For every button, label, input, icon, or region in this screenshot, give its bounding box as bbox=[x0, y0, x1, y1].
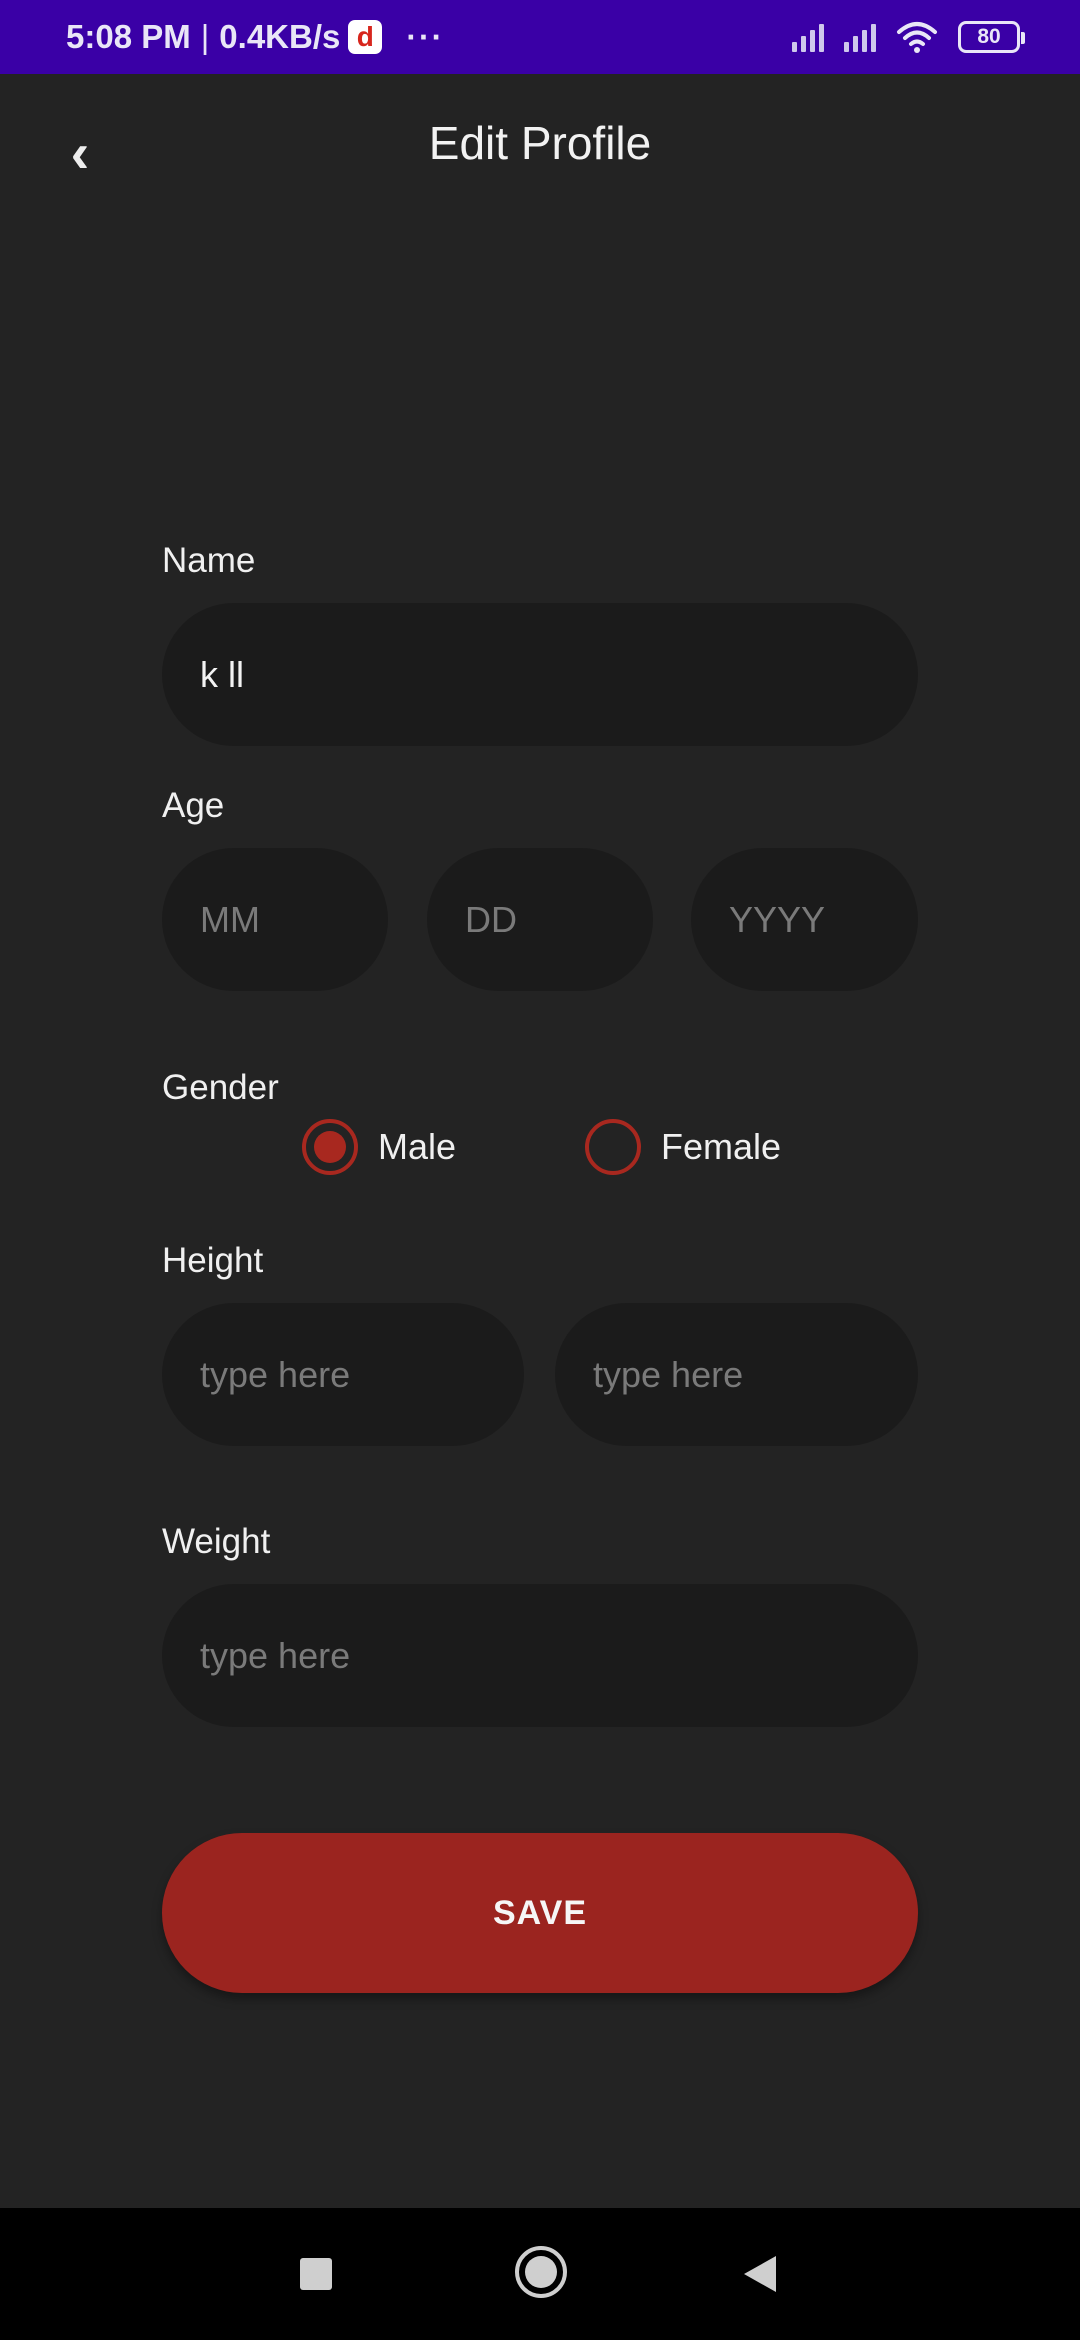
gender-male-radio[interactable]: Male bbox=[302, 1119, 456, 1175]
radio-unselected-icon[interactable] bbox=[585, 1119, 641, 1175]
weight-input[interactable] bbox=[198, 1633, 918, 1678]
age-day-input[interactable] bbox=[463, 897, 653, 942]
nav-back-icon[interactable] bbox=[744, 2256, 776, 2292]
gender-label: Gender bbox=[162, 1068, 279, 1107]
gender-female-label: Female bbox=[661, 1126, 782, 1167]
home-inner-icon bbox=[525, 2256, 557, 2288]
system-nav-bar bbox=[0, 2208, 1080, 2340]
app-notification-icon: d bbox=[348, 20, 383, 54]
name-input[interactable] bbox=[198, 652, 918, 697]
status-bar: 5:08 PM | 0.4KB/s d ··· 80 bbox=[0, 0, 1080, 74]
more-notifications-icon: ··· bbox=[406, 18, 445, 55]
age-month-field[interactable] bbox=[162, 848, 388, 991]
signal-strength-icon bbox=[792, 22, 824, 52]
status-right: 80 bbox=[792, 0, 1025, 74]
name-label: Name bbox=[162, 541, 256, 580]
height-second-input[interactable] bbox=[591, 1352, 918, 1397]
wifi-icon bbox=[897, 22, 937, 53]
status-left: 5:08 PM | 0.4KB/s d ··· bbox=[66, 0, 444, 74]
height-label: Height bbox=[162, 1241, 264, 1280]
weight-field[interactable] bbox=[162, 1584, 918, 1727]
height-first-field[interactable] bbox=[162, 1303, 524, 1446]
save-button[interactable]: SAVE bbox=[162, 1833, 918, 1993]
age-label: Age bbox=[162, 786, 225, 825]
radio-selected-icon[interactable] bbox=[302, 1119, 358, 1175]
home-icon[interactable] bbox=[515, 2246, 567, 2298]
gender-female-radio[interactable]: Female bbox=[585, 1119, 781, 1175]
weight-label: Weight bbox=[162, 1522, 271, 1561]
name-field[interactable] bbox=[162, 603, 918, 746]
status-time: 5:08 PM bbox=[66, 18, 191, 55]
signal-strength-icon bbox=[844, 22, 876, 52]
age-year-field[interactable] bbox=[691, 848, 918, 991]
height-second-field[interactable] bbox=[555, 1303, 918, 1446]
recent-apps-icon[interactable] bbox=[300, 2258, 332, 2290]
height-first-input[interactable] bbox=[198, 1352, 524, 1397]
age-day-field[interactable] bbox=[427, 848, 653, 991]
gender-male-label: Male bbox=[378, 1126, 457, 1167]
network-speed: 0.4KB/s bbox=[219, 18, 341, 55]
age-year-input[interactable] bbox=[727, 897, 918, 942]
age-month-input[interactable] bbox=[198, 897, 388, 942]
status-separator: | bbox=[200, 18, 210, 55]
radio-dot-icon bbox=[314, 1131, 346, 1163]
page-title: Edit Profile bbox=[428, 117, 652, 169]
battery-icon: 80 bbox=[958, 21, 1025, 53]
